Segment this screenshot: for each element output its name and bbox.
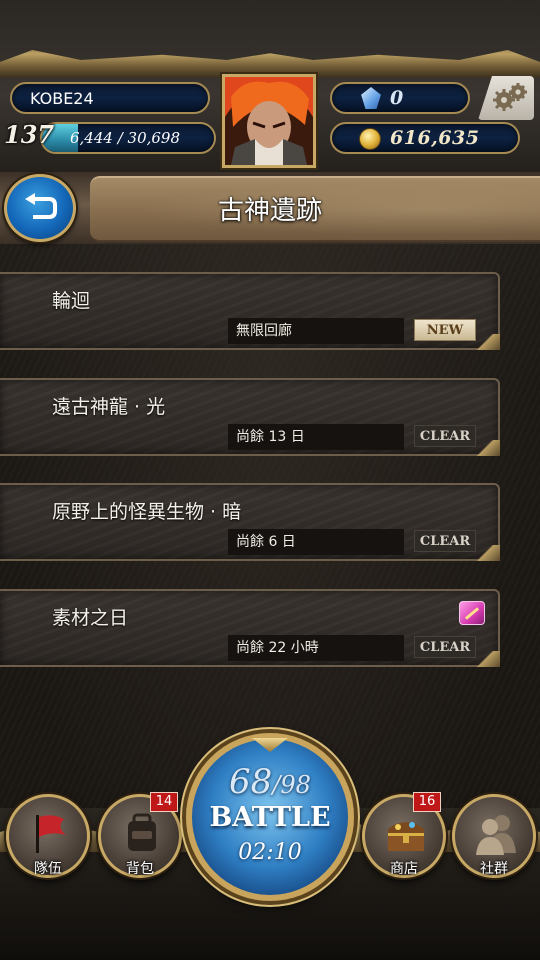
back-arrow-icon [25, 193, 57, 219]
player-level: 137 [4, 120, 55, 149]
quest-card[interactable]: 原野上的怪異生物 · 暗 尚餘 6 日 CLEAR [0, 483, 500, 561]
gear-icon [493, 83, 527, 111]
quest-title: 素材之日 [52, 607, 129, 629]
clear-badge: CLEAR [414, 425, 476, 447]
clear-badge: CLEAR [414, 530, 476, 552]
exp-bar: 6,444 / 30,698 [40, 122, 216, 154]
new-badge: NEW [414, 319, 476, 341]
player-avatar[interactable] [222, 74, 316, 168]
page-title: 古神遺跡 [217, 196, 322, 226]
quest-card[interactable]: 素材之日 尚餘 22 小時 CLEAR [0, 589, 500, 667]
stamina-display: 68/98 [186, 762, 354, 802]
flag-icon [36, 815, 66, 853]
nav-team-label: 隊伍 [34, 861, 62, 877]
backpack-icon [128, 813, 156, 851]
quest-card[interactable]: 輪迴 無限回廊 NEW [0, 272, 500, 350]
gold-counter: 616,635 [330, 122, 520, 154]
material-icon [459, 601, 485, 625]
quest-title: 原野上的怪異生物 · 暗 [52, 501, 242, 523]
people-icon [476, 815, 516, 855]
stamina-current: 68 [229, 762, 273, 802]
clear-badge: CLEAR [414, 636, 476, 658]
gold-value: 616,635 [390, 127, 480, 149]
quest-title: 遠古神龍 · 光 [52, 396, 166, 418]
coin-icon [359, 128, 381, 150]
nav-bag-label: 背包 [126, 861, 154, 877]
nav-social-label: 社群 [480, 861, 508, 877]
avatar-portrait [225, 77, 313, 165]
stamina-max: /98 [272, 771, 311, 799]
quest-card[interactable]: 遠古神龍 · 光 尚餘 13 日 CLEAR [0, 378, 500, 456]
gem-counter[interactable]: 0 [330, 82, 470, 114]
player-name-panel: KOBE24 [10, 82, 210, 114]
quest-title: 輪迴 [52, 290, 91, 312]
back-button[interactable] [4, 174, 76, 242]
stamina-timer: 02:10 [238, 840, 302, 865]
exp-value: 6,444 / 30,698 [70, 129, 181, 147]
gem-value: 0 [390, 87, 404, 109]
quest-time-remaining: 尚餘 22 小時 [228, 635, 404, 661]
treasure-chest-icon [388, 822, 424, 851]
quest-subtitle: 無限回廊 [228, 318, 404, 344]
bag-count-badge: 14 [150, 792, 178, 812]
quest-time-remaining: 尚餘 6 日 [228, 529, 404, 555]
battle-label: BATTLE [209, 802, 331, 833]
player-name: KOBE24 [30, 88, 94, 108]
shop-count-badge: 16 [413, 792, 441, 812]
gem-icon [361, 87, 381, 109]
quest-time-remaining: 尚餘 13 日 [228, 424, 404, 450]
nav-shop-label: 商店 [390, 861, 418, 877]
